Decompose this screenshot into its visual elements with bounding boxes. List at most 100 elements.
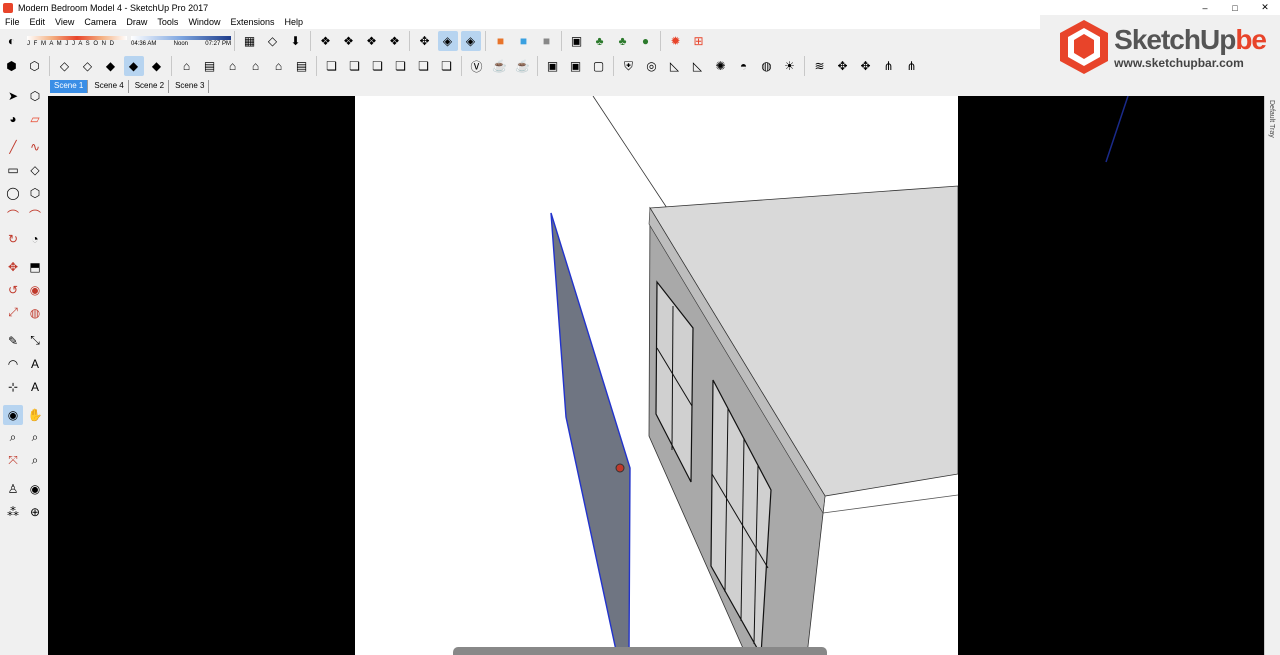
ies-light-icon[interactable]: ◺	[688, 56, 708, 76]
shaded-icon[interactable]: ◆	[101, 56, 121, 76]
solid-gray-icon[interactable]: ■	[537, 31, 557, 51]
tab-scene-2[interactable]: Scene 2	[130, 80, 170, 93]
menu-draw[interactable]: Draw	[121, 17, 152, 27]
section-plane-icon[interactable]: ◈	[437, 31, 458, 51]
line-icon[interactable]: ╱	[3, 137, 23, 157]
close-button[interactable]: ✕	[1250, 0, 1280, 15]
eraser-icon[interactable]: ▱	[25, 109, 45, 129]
sun-light-icon[interactable]: ☀	[780, 56, 800, 76]
tree-icon[interactable]: ♣	[590, 31, 610, 51]
lock-icon[interactable]: ▢	[589, 56, 609, 76]
make-component-icon[interactable]: ⬡	[25, 86, 45, 106]
tab-scene-1[interactable]: Scene 1	[50, 80, 89, 93]
model-viewport[interactable]	[48, 96, 1264, 655]
solid-union-icon[interactable]: ❏	[345, 56, 365, 76]
menu-file[interactable]: File	[0, 17, 25, 27]
render-icon[interactable]: ☕	[513, 56, 533, 76]
zoom-extents-icon[interactable]: ⤧	[3, 451, 23, 471]
paint-bucket-icon[interactable]: ◕	[3, 109, 23, 129]
solid-intersect-icon[interactable]: ❏	[368, 56, 388, 76]
polygon-icon[interactable]: ⬡	[25, 183, 45, 203]
fur-icon[interactable]: ⋔	[879, 56, 899, 76]
zoom-icon[interactable]: ⌕	[3, 428, 23, 448]
top-view-icon[interactable]: ▤	[200, 56, 220, 76]
shaded-textures-icon[interactable]: ◆	[123, 56, 144, 76]
rectangle-icon[interactable]: ▭	[3, 160, 23, 180]
offset-icon[interactable]: ◍	[25, 303, 45, 323]
camera-icon[interactable]: ⛨	[619, 56, 639, 76]
sandbox-icon[interactable]: ●	[636, 31, 656, 51]
iso-house-icon[interactable]: ⌂	[177, 56, 197, 76]
follow-me-icon[interactable]: ◉	[25, 280, 45, 300]
orbit-icon[interactable]: ◉	[3, 404, 23, 425]
solid-subtract-icon[interactable]: ❏	[391, 56, 411, 76]
component-icon-3[interactable]: ❖	[362, 31, 382, 51]
minimize-button[interactable]: –	[1190, 0, 1220, 15]
section-cut-icon[interactable]: ◈	[460, 31, 481, 51]
right-view-icon[interactable]: ⌂	[246, 56, 266, 76]
menu-window[interactable]: Window	[183, 17, 225, 27]
section-plane-tool-icon[interactable]: ⊕	[25, 502, 45, 522]
teapot-icon[interactable]: ☕	[490, 56, 510, 76]
axes-tool-icon[interactable]: ⊹	[3, 377, 23, 397]
xray-icon[interactable]: ⬡	[25, 56, 45, 76]
circle-icon[interactable]: ◯	[3, 183, 23, 203]
look-around-icon[interactable]: ◉	[25, 479, 45, 499]
tab-scene-4[interactable]: Scene 4	[90, 80, 129, 93]
3d-text-icon[interactable]: A	[25, 377, 45, 397]
component-icon-2[interactable]: ❖	[339, 31, 359, 51]
hidden-line-icon[interactable]: ◇	[78, 56, 98, 76]
default-tray[interactable]: Default Tray	[1264, 96, 1280, 655]
arc-icon[interactable]: ⌒	[3, 206, 23, 226]
pan-icon[interactable]: ✋	[25, 405, 45, 425]
shadow-date-slider[interactable]: J F M A M J J A S O N D	[27, 35, 127, 47]
sun-settings-icon[interactable]: ✹	[666, 31, 686, 51]
walk-icon[interactable]: ⁂	[3, 502, 23, 522]
rotated-rectangle-icon[interactable]: ◇	[25, 160, 45, 180]
menu-edit[interactable]: Edit	[25, 17, 51, 27]
terrain-icon[interactable]: ♣	[613, 31, 633, 51]
photo-texture-icon[interactable]: ▣	[567, 31, 587, 51]
restore-button[interactable]: □	[1220, 0, 1250, 15]
spot-light-icon[interactable]: ◺	[665, 56, 685, 76]
drawing-canvas[interactable]	[355, 96, 959, 655]
shadow-time-slider[interactable]: 04:36 AM Noon 07:27 PM	[131, 35, 231, 47]
solid-orange-icon[interactable]: ■	[491, 31, 511, 51]
dimension-icon[interactable]: ⤡	[25, 331, 45, 351]
vray-icon[interactable]: Ⓥ	[467, 56, 487, 76]
sphere-icon[interactable]: ◍	[757, 56, 777, 76]
shadows-toggle-icon[interactable]: ◐	[2, 31, 22, 51]
menu-tools[interactable]: Tools	[152, 17, 183, 27]
text-icon[interactable]: A	[25, 354, 45, 374]
back-view-icon[interactable]: ⌂	[269, 56, 289, 76]
infinite-plane-icon[interactable]: ≋	[810, 56, 830, 76]
menu-camera[interactable]: Camera	[79, 17, 121, 27]
frame-buffer-icon[interactable]: ▣	[543, 56, 563, 76]
iso-view-icon[interactable]: ⬢	[2, 56, 22, 76]
push-pull-icon[interactable]: ⬒	[25, 257, 45, 277]
two-point-arc-icon[interactable]: ⌒	[25, 206, 45, 226]
selected-panel[interactable]	[550, 212, 631, 655]
left-view-icon[interactable]: ▤	[292, 56, 312, 76]
scale-icon[interactable]: ⤢	[3, 303, 23, 323]
menu-help[interactable]: Help	[279, 17, 308, 27]
wireframe-icon[interactable]: ◇	[55, 56, 75, 76]
omni-light-icon[interactable]: ✺	[711, 56, 731, 76]
freehand-icon[interactable]: ∿	[25, 137, 45, 157]
tab-scene-3[interactable]: Scene 3	[171, 80, 210, 93]
select-icon[interactable]: ➤	[3, 86, 23, 106]
proxy-icon[interactable]: ✥	[833, 56, 853, 76]
model-info-icon[interactable]: ▦	[240, 31, 260, 51]
pie-icon[interactable]: ◔	[25, 229, 45, 249]
solid-split-icon[interactable]: ❏	[437, 56, 457, 76]
menu-view[interactable]: View	[50, 17, 79, 27]
mesh-export-icon[interactable]: ✥	[856, 56, 876, 76]
monochrome-icon[interactable]: ◆	[147, 56, 167, 76]
solid-trim-icon[interactable]: ❏	[414, 56, 434, 76]
position-camera-icon[interactable]: ♙	[3, 479, 23, 499]
axes-icon[interactable]: ✥	[415, 31, 435, 51]
protractor-icon[interactable]: ◠	[3, 354, 23, 374]
front-view-icon[interactable]: ⌂	[223, 56, 243, 76]
three-point-arc-icon[interactable]: ↻	[3, 229, 23, 249]
rotate-icon[interactable]: ↺	[3, 280, 23, 300]
